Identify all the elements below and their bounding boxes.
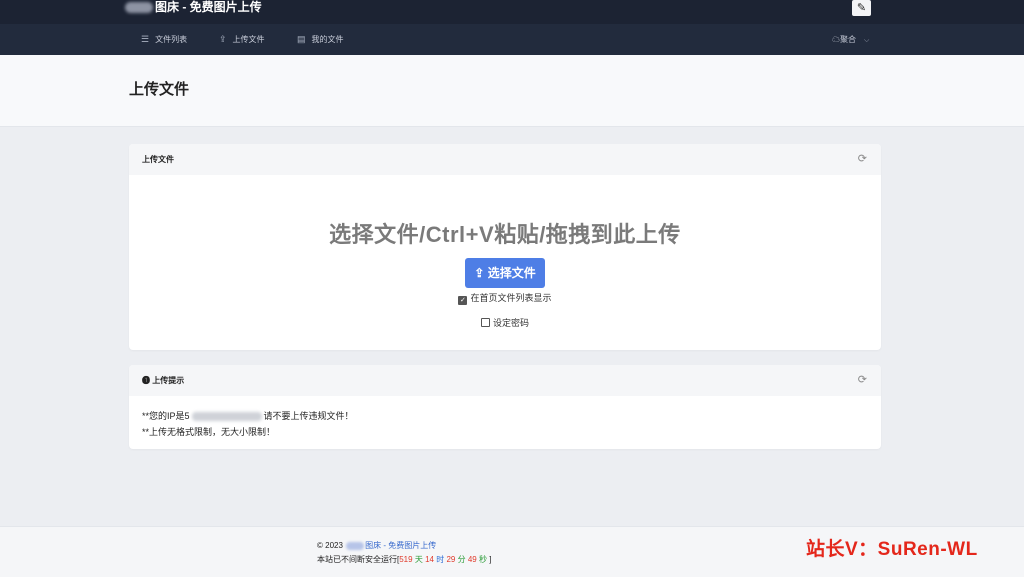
footer-copyright: © 2023 图床 - 免费图片上传	[317, 541, 437, 550]
theme-brush-button[interactable]: ✎	[852, 0, 871, 16]
list-icon: ☰	[141, 34, 150, 44]
cloud-icon: ☁	[832, 35, 840, 44]
show-on-home-option[interactable]: ✓ 在首页文件列表显示	[129, 291, 881, 305]
nav-item-my-files[interactable]: ▤ 我的文件	[297, 24, 344, 55]
nav-item-upload[interactable]: ⇪ 上传文件	[219, 24, 265, 55]
user-menu[interactable]: ☁聚合 ⌵	[832, 24, 869, 55]
uptime-minutes: 29	[446, 555, 456, 564]
footer-uptime: 本站已不间断安全运行[519 天 14 时 29 分 49 秒 ]	[317, 555, 492, 564]
upload-icon: ⇪	[474, 266, 485, 280]
choose-file-button[interactable]: ⇪ 选择文件	[465, 258, 545, 288]
upload-tips-card: ❶ 上传提示 ⟳ **您的IP是5 请不要上传违规文件！ **上传无格式限制，无大…	[129, 365, 881, 449]
uptime-seconds: 49	[467, 555, 477, 564]
refresh-icon[interactable]: ⟳	[858, 365, 867, 396]
top-bar: 图床 - 免费图片上传 ✎	[0, 0, 1024, 24]
upload-icon: ⇪	[219, 34, 227, 44]
nav-bar: ☰ 文件列表 ⇪ 上传文件 ▤ 我的文件 ☁聚合 ⌵	[0, 24, 1024, 55]
info-icon: ❶	[142, 376, 150, 385]
site-brand[interactable]: 图床 - 免费图片上传	[125, 0, 262, 14]
upload-card-header: 上传文件 ⟳	[129, 144, 881, 175]
uptime-days: 519	[399, 555, 413, 564]
redacted-ip	[191, 412, 262, 422]
drop-zone-text[interactable]: 选择文件/Ctrl+V粘贴/拖拽到此上传	[129, 217, 881, 249]
tips-card-title: 上传提示	[152, 376, 185, 385]
uptime-hours: 14	[425, 555, 434, 564]
set-password-checkbox[interactable]	[480, 318, 490, 327]
page-header: 上传文件	[0, 55, 1024, 127]
upload-card[interactable]: 上传文件 ⟳ 选择文件/Ctrl+V粘贴/拖拽到此上传 ⇪ 选择文件 ✓ 在首页文…	[129, 144, 881, 350]
set-password-option[interactable]: 设定密码	[129, 316, 881, 329]
redacted-site-name	[346, 541, 365, 550]
chevron-down-icon: ⌵	[864, 37, 870, 44]
tip-limit-line: **上传无格式限制，无大小限制！	[142, 427, 276, 437]
tips-card-header: ❶ 上传提示 ⟳	[129, 365, 881, 396]
upload-card-title: 上传文件	[142, 155, 174, 164]
contact-watermark: 站长V：SuRen-WL	[806, 539, 978, 560]
page-title: 上传文件	[129, 81, 190, 98]
file-icon: ▤	[297, 34, 306, 44]
show-on-home-checkbox[interactable]: ✓	[458, 296, 468, 305]
tip-ip-line: **您的IP是5 请不要上传违规文件！	[142, 411, 354, 422]
redacted-site-name	[125, 2, 153, 14]
brush-icon: ✎	[856, 2, 867, 14]
footer-site-link[interactable]: 图床 - 免费图片上传	[365, 541, 436, 550]
nav-item-file-list[interactable]: ☰ 文件列表	[141, 24, 187, 55]
refresh-icon[interactable]: ⟳	[858, 144, 867, 175]
